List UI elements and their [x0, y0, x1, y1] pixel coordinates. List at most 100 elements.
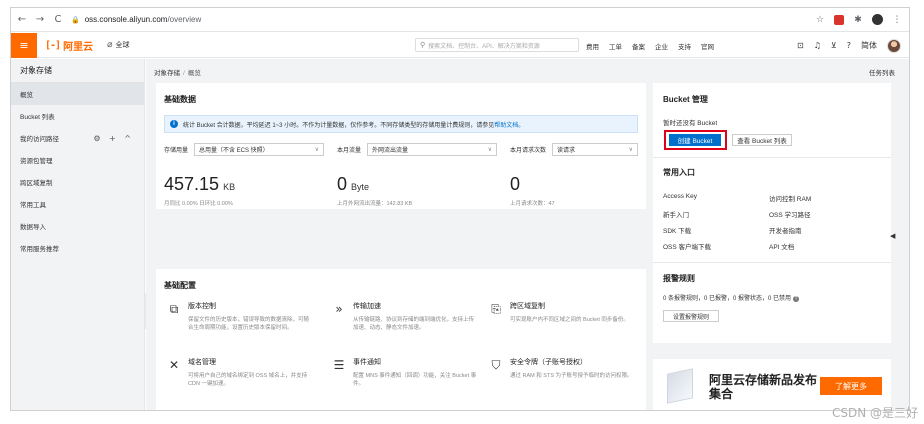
globe-icon: ⌀ [107, 40, 113, 50]
task-list-link[interactable]: 任务列表 [869, 67, 895, 77]
bucket-management-card: Bucket 管理 暂时还没有 Bucket 创建 Bucket 查看 Buck… [653, 83, 891, 343]
sidebar-item-label: Bucket 列表 [20, 114, 55, 121]
bell-icon[interactable]: ♫ [814, 41, 821, 50]
help-icon[interactable]: ? [847, 41, 851, 50]
entry-access-key[interactable]: Access Key [663, 193, 697, 200]
entry-client-download[interactable]: OSS 客户端下载 [663, 241, 711, 251]
entry-sdk-download[interactable]: SDK 下载 [663, 225, 691, 235]
entry-dev-guide[interactable]: 开发者指南 [769, 225, 802, 235]
extension-icon[interactable] [834, 14, 844, 25]
basic-data-title: 基础数据 [164, 95, 196, 104]
metric-number: 0 [510, 174, 521, 194]
language-switch[interactable]: 简体 [861, 40, 877, 51]
feature-versioning[interactable]: ⧉ 版本控制 保留文件的历史版本，错误导致的数据清除，可随合生命周期功能，设置历… [166, 301, 316, 332]
sidebar-item-overview[interactable]: 概览 [11, 83, 144, 105]
set-alarm-rule-button[interactable]: 设置报警规则 [663, 310, 719, 322]
entry-api-docs[interactable]: API 文档 [769, 241, 794, 251]
info-icon: i [170, 120, 178, 128]
edge-arrow-icon: ◀ [890, 232, 896, 240]
cart-icon[interactable]: ⊻ [831, 41, 837, 50]
create-bucket-button[interactable]: 创建 Bucket [669, 134, 721, 146]
feature-desc: 可将用户自己的域名绑定到 OSS 域名上，并支持 CDN 一键加速。 [188, 373, 308, 387]
address-bar[interactable]: 🔒 oss.console.aliyun.com/overview [71, 15, 201, 24]
view-bucket-list-button[interactable]: 查看 Bucket 列表 [732, 134, 792, 146]
logo-mark-icon: [-] [45, 39, 61, 51]
more-icon[interactable]: ⋮ [891, 14, 903, 26]
feature-title: 安全令牌（子账号授权） [510, 359, 587, 366]
traffic-metric: 本月流量 外网流出流量 ∨ 0 Byte 上月外网流出流量：142.83 KB [337, 143, 497, 207]
traffic-type-select[interactable]: 外网流出流量 ∨ [367, 143, 497, 156]
breadcrumb-root[interactable]: 对象存储 [154, 70, 180, 77]
aliyun-logo[interactable]: [-] 阿里云 [45, 38, 93, 53]
nav-ticket[interactable]: 工单 [609, 41, 622, 51]
sidebar-item-access-paths[interactable]: 我的访问路径 ⚙ + ^ [11, 127, 144, 149]
feature-domain-management[interactable]: ✕ 域名管理 可将用户自己的域名绑定到 OSS 域名上，并支持 CDN 一键加速… [166, 357, 316, 388]
path-ops-icons[interactable]: ⚙ + ^ [93, 134, 134, 143]
reload-icon[interactable]: C [51, 13, 65, 27]
top-nav: 费用 工单 备案 企业 支持 官网 [586, 33, 724, 58]
nav-enterprise[interactable]: 企业 [655, 41, 668, 51]
feature-cross-region-replication[interactable]: ⎘ 跨区域复制 可实现账户内不同区域之间的 Bucket 同步备份。 [488, 301, 638, 324]
nav-billing[interactable]: 费用 [586, 41, 599, 51]
entries-title: 常用入口 [663, 168, 695, 177]
entry-getting-started[interactable]: 新手入门 [663, 209, 689, 219]
search-input[interactable]: ⚲ 搜索文档、控制台、API、解决方案和资源 [415, 38, 579, 52]
storage-cube-icon [667, 368, 693, 404]
sidebar-item-tools[interactable]: 常用工具 [11, 193, 144, 215]
notice-text: 统计 Bucket 合计数据，平均延迟 1~3 小时。不作为计量数据，仅作参考。… [183, 122, 495, 129]
puzzle-icon[interactable]: ✱ [852, 14, 864, 26]
nav-icp[interactable]: 备案 [632, 41, 645, 51]
help-doc-link[interactable]: 帮助文档。 [494, 120, 524, 129]
breadcrumb-current: 概览 [187, 70, 201, 77]
console-topbar: ≡ [-] 阿里云 ⌀ 全球 ⚲ 搜索文档、控制台、API、解决方案和资源 费用… [11, 32, 909, 58]
basic-config-title: 基础配置 [164, 281, 196, 290]
main-content: 对象存储 / 概览 任务列表 基础数据 i 统计 Bucket 合计数据，平均延迟 … [146, 59, 909, 410]
sidebar-item-label: 概览 [20, 92, 33, 99]
divider [653, 157, 891, 158]
sidebar-item-data-import[interactable]: 数据导入 [11, 215, 144, 237]
feature-title: 版本控制 [188, 303, 216, 310]
storage-type-select[interactable]: 总用量（不含 ECS 快照） ∨ [194, 143, 324, 156]
region-selector[interactable]: ⌀ 全球 [107, 40, 129, 50]
forward-icon[interactable]: → [33, 13, 47, 27]
chevron-down-icon: ∨ [628, 146, 633, 153]
feature-desc: 从传输链路、协议到存储的端到端优化，支持上传加速、动态、静态文件加速。 [353, 317, 475, 331]
sidebar-item-cross-region[interactable]: 跨区域复制 [11, 171, 144, 193]
info-notice: i 统计 Bucket 合计数据，平均延迟 1~3 小时。不作为计量数据，仅作参… [164, 115, 638, 133]
bookmark-star-icon[interactable]: ☆ [814, 14, 826, 26]
bucket-mgmt-title: Bucket 管理 [663, 95, 708, 104]
sidebar: 对象存储 概览 Bucket 列表 我的访问路径 ⚙ + ^ 资源包管理 跨区域… [11, 59, 145, 410]
back-icon[interactable]: ← [15, 13, 29, 27]
feature-desc: 配置 MNS 事件通知（回调）功能，关注 Bucket 事件。 [353, 373, 477, 387]
menu-icon[interactable]: ≡ [11, 32, 37, 58]
watermark: CSDN @是三好 [831, 406, 918, 420]
help-icon[interactable]: ? [793, 296, 800, 302]
profile-icon[interactable] [872, 14, 883, 25]
brand-name: 阿里云 [63, 41, 94, 53]
metric-subtext: 上月请求次数：47 [510, 201, 555, 207]
nav-support[interactable]: 支持 [678, 41, 691, 51]
sidebar-title: 对象存储 [11, 59, 144, 83]
no-bucket-text: 暂时还没有 Bucket [663, 120, 718, 127]
metric-value: 457.15 KB [164, 174, 324, 195]
request-type-select[interactable]: 读请求 ∨ [552, 143, 638, 156]
requests-metric: 本月请求次数 读请求 ∨ 0 上月请求次数：47 [510, 143, 638, 207]
sidebar-item-recommended[interactable]: 常用服务推荐 [11, 237, 144, 259]
divider [653, 262, 891, 263]
search-icon: ⚲ [420, 41, 426, 49]
metric-unit: KB [223, 182, 236, 192]
feature-security-token[interactable]: ⛉ 安全令牌（子账号授权） 通过 RAM 和 STS 为子账号授予临时的访问权限… [488, 357, 638, 380]
sidebar-item-bucket-list[interactable]: Bucket 列表 [11, 105, 144, 127]
sidebar-item-resource-packs[interactable]: 资源包管理 [11, 149, 144, 171]
entry-learning-path[interactable]: OSS 学习路径 [769, 209, 811, 219]
feature-title: 域名管理 [188, 359, 216, 366]
learn-more-button[interactable]: 了解更多 [820, 377, 882, 395]
metric-value: 0 [510, 174, 638, 195]
nav-official-site[interactable]: 官网 [701, 41, 714, 51]
feature-title: 传输加速 [353, 303, 381, 310]
avatar[interactable] [887, 38, 901, 53]
entry-ram[interactable]: 访问控制 RAM [769, 193, 811, 203]
feature-transfer-acceleration[interactable]: » 传输加速 从传输链路、协议到存储的端到端优化，支持上传加速、动态、静态文件加… [331, 301, 481, 332]
terminal-icon[interactable]: ⊡ [797, 41, 804, 50]
feature-event-notification[interactable]: ☰ 事件通知 配置 MNS 事件通知（回调）功能，关注 Bucket 事件。 [331, 357, 481, 388]
